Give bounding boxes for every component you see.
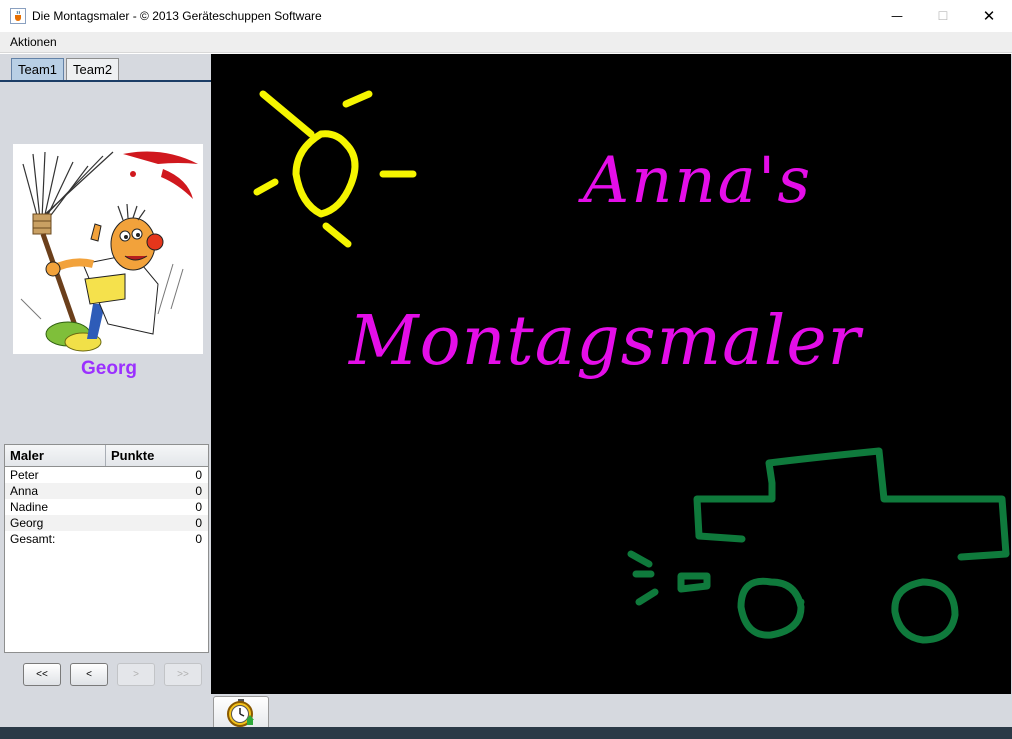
close-button[interactable]: ✕ <box>966 0 1012 32</box>
painter-navigation: << < > >> <box>23 663 211 686</box>
cartoon-painter-icon <box>13 144 203 354</box>
row-name: Anna <box>10 484 39 498</box>
team-tabs: Team1 Team2 <box>11 58 121 80</box>
row-name: Georg <box>10 516 44 530</box>
maximize-button[interactable]: ☐ <box>920 0 966 32</box>
stopwatch-icon <box>227 699 254 727</box>
table-row[interactable]: Nadine 0 <box>5 499 208 515</box>
table-row[interactable]: Georg 0 <box>5 515 208 531</box>
last-button[interactable]: >> <box>164 663 202 686</box>
title-bar: Die Montagsmaler - © 2013 Geräteschuppen… <box>0 0 1012 32</box>
table-row-total[interactable]: Gesamt: 0 <box>5 531 208 547</box>
sun-drawing <box>253 90 417 248</box>
tab-team2[interactable]: Team2 <box>66 58 120 80</box>
car-drawing <box>627 447 1010 644</box>
java-cup-icon <box>10 8 26 24</box>
row-points: 0 <box>195 468 202 482</box>
table-row[interactable]: Peter 0 <box>5 467 208 483</box>
prev-button[interactable]: < <box>70 663 108 686</box>
current-painter-name: Georg <box>81 358 137 379</box>
score-table-header: Maler Punkte <box>5 445 208 467</box>
os-taskbar <box>0 727 1012 739</box>
first-button[interactable]: << <box>23 663 61 686</box>
row-name: Nadine <box>10 500 49 514</box>
bottom-toolbar <box>211 694 1012 729</box>
table-row[interactable]: Anna 0 <box>5 483 208 499</box>
row-points: 0 <box>195 484 202 498</box>
minimize-button[interactable]: — <box>874 0 920 32</box>
column-header-maler[interactable]: Maler <box>5 445 106 466</box>
minimize-icon: — <box>891 9 903 23</box>
menu-bar: Aktionen <box>0 32 1012 53</box>
next-button[interactable]: > <box>117 663 155 686</box>
team-panel: Team1 Team2 Georg Maler Punkte Peter 0 A… <box>0 54 211 727</box>
close-icon: ✕ <box>982 7 996 25</box>
score-table: Maler Punkte Peter 0 Anna 0 Nadine 0 Geo… <box>4 444 209 653</box>
row-name: Gesamt: <box>10 532 56 546</box>
drawing-canvas[interactable]: Anna's Montagsmaler <box>211 54 1011 694</box>
canvas-text-line1: Anna's <box>583 144 813 218</box>
maximize-icon: ☐ <box>937 9 949 23</box>
row-name: Peter <box>10 468 39 482</box>
tab-divider <box>0 80 211 82</box>
canvas-text-line2: Montagsmaler <box>349 302 862 381</box>
row-points: 0 <box>195 532 202 546</box>
tab-team1[interactable]: Team1 <box>11 58 65 80</box>
row-points: 0 <box>195 516 202 530</box>
timer-button[interactable] <box>213 696 269 729</box>
window-title: Die Montagsmaler - © 2013 Geräteschuppen… <box>32 9 322 23</box>
column-header-punkte[interactable]: Punkte <box>106 445 159 466</box>
menu-aktionen[interactable]: Aktionen <box>0 35 67 49</box>
row-points: 0 <box>195 500 202 514</box>
